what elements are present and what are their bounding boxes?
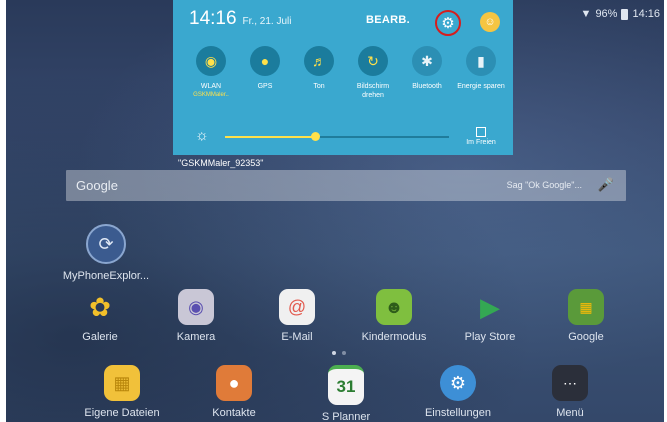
brightness-thumb[interactable]: [310, 132, 320, 141]
kids-mode-icon: ☻: [376, 289, 412, 325]
settings-icon: ⚙: [440, 365, 476, 401]
sound-icon: ♬: [304, 46, 334, 76]
app-label: Einstellungen: [424, 407, 492, 419]
app-label: E-Mail: [281, 331, 313, 343]
tile-label: Bluetooth: [412, 83, 442, 90]
outdoor-toggle[interactable]: Im Freien: [461, 127, 501, 146]
app-label: MyPhoneExplor...: [62, 270, 150, 282]
myphoneexplorer-icon: ⟳: [86, 224, 126, 264]
brightness-control: ☼ Im Freien: [195, 127, 496, 147]
tile-label: WLAN: [200, 83, 222, 90]
page-dot: [342, 351, 346, 355]
outdoor-label: Im Freien: [466, 139, 496, 146]
home-screen: ▼ 96% 14:16 "GSKMMaler_92353" Google Sag…: [6, 0, 664, 422]
app-einstellungen[interactable]: ⚙ Einstellungen: [408, 365, 508, 419]
google-search-bar[interactable]: Google Sag "Ok Google"... 🎤: [66, 170, 626, 201]
status-time: 14:16: [632, 8, 660, 20]
app-google[interactable]: ▦ Google: [536, 289, 636, 343]
app-label: Eigene Dateien: [84, 407, 160, 419]
tile-label: Bildschirm drehen: [356, 83, 390, 99]
battery-percent: 96%: [595, 8, 618, 20]
contacts-icon: ●: [216, 365, 252, 401]
app-label: Galerie: [82, 331, 118, 343]
my-files-icon: ▦: [104, 365, 140, 401]
play-store-icon: ▶: [480, 291, 500, 322]
qs-header: 14:16 Fr., 21. Juli: [189, 8, 291, 30]
qs-date: Fr., 21. Juli: [242, 16, 292, 27]
tile-bluetooth[interactable]: ✱ Bluetooth: [403, 46, 451, 100]
tile-ton[interactable]: ♬ Ton: [295, 46, 343, 100]
app-playstore[interactable]: ▶ Play Store: [440, 289, 540, 344]
qs-tiles: ◉ WLAN GSKMMaler.. ● GPS ♬ Ton ↻ Bildsch…: [187, 46, 505, 100]
google-logo: Google: [76, 178, 118, 193]
tile-label: Energie sparen: [457, 83, 505, 90]
apps-grid-icon: ⋯: [552, 365, 588, 401]
app-label: Kindermodus: [361, 331, 427, 343]
calendar-icon: 31: [328, 365, 364, 405]
tile-label: GPS: [257, 83, 273, 90]
tile-gps[interactable]: ● GPS: [241, 46, 289, 100]
app-menu[interactable]: ⋯ Menü: [520, 365, 620, 419]
status-bar: ▼ 96% 14:16: [581, 8, 660, 20]
tile-energy[interactable]: ▮ Energie sparen: [457, 46, 505, 100]
app-galerie[interactable]: ✿ Galerie: [50, 289, 150, 344]
wifi-icon: ◉: [196, 46, 226, 76]
quick-settings-panel: 14:16 Fr., 21. Juli BEARB. ⚙ ☺ ◉ WLAN GS…: [173, 0, 513, 155]
app-label: Play Store: [464, 331, 516, 343]
search-hint: Sag "Ok Google"...: [506, 180, 582, 190]
brightness-icon: ☼: [195, 127, 209, 144]
qs-time: 14:16: [189, 8, 237, 29]
battery-icon: [621, 8, 629, 20]
tile-rotate[interactable]: ↻ Bildschirm drehen: [349, 46, 397, 100]
gallery-icon: ✿: [89, 291, 111, 322]
camera-icon: ◉: [178, 289, 214, 325]
ssid-tooltip: "GSKMMaler_92353": [178, 158, 264, 168]
app-label: Google: [568, 331, 604, 343]
app-label: Kamera: [176, 331, 216, 343]
tile-sublabel: GSKMMaler..: [193, 92, 229, 98]
app-label: S Planner: [321, 411, 371, 422]
brightness-fill: [225, 136, 315, 138]
edit-button[interactable]: BEARB.: [366, 14, 410, 26]
app-email[interactable]: @ E-Mail: [247, 289, 347, 343]
app-splanner[interactable]: 31 S Planner: [296, 365, 396, 422]
brightness-slider[interactable]: [225, 132, 449, 141]
app-eigene-dateien[interactable]: ▦ Eigene Dateien: [72, 365, 172, 419]
mic-icon[interactable]: 🎤: [598, 177, 614, 193]
app-kamera[interactable]: ◉ Kamera: [146, 289, 246, 343]
bluetooth-icon: ✱: [412, 46, 442, 76]
page-indicator: [332, 351, 346, 355]
rotate-icon: ↻: [358, 46, 388, 76]
app-kontakte[interactable]: ● Kontakte: [184, 365, 284, 419]
google-folder-icon: ▦: [568, 289, 604, 325]
location-icon: ●: [250, 46, 280, 76]
tile-wlan[interactable]: ◉ WLAN GSKMMaler..: [187, 46, 235, 100]
tile-label: Ton: [313, 83, 325, 90]
email-icon: @: [279, 289, 315, 325]
checkbox-icon: [476, 127, 486, 137]
app-myphoneexplorer[interactable]: ⟳ MyPhoneExplor...: [56, 224, 156, 282]
battery-saver-icon: ▮: [466, 46, 496, 76]
page-dot-active: [332, 351, 336, 355]
avatar[interactable]: ☺: [480, 12, 500, 32]
app-label: Kontakte: [212, 407, 256, 419]
settings-gear-icon[interactable]: ⚙: [435, 10, 461, 36]
app-kindermodus[interactable]: ☻ Kindermodus: [344, 289, 444, 343]
wifi-status-icon: ▼: [580, 8, 592, 20]
app-label: Menü: [556, 407, 584, 419]
